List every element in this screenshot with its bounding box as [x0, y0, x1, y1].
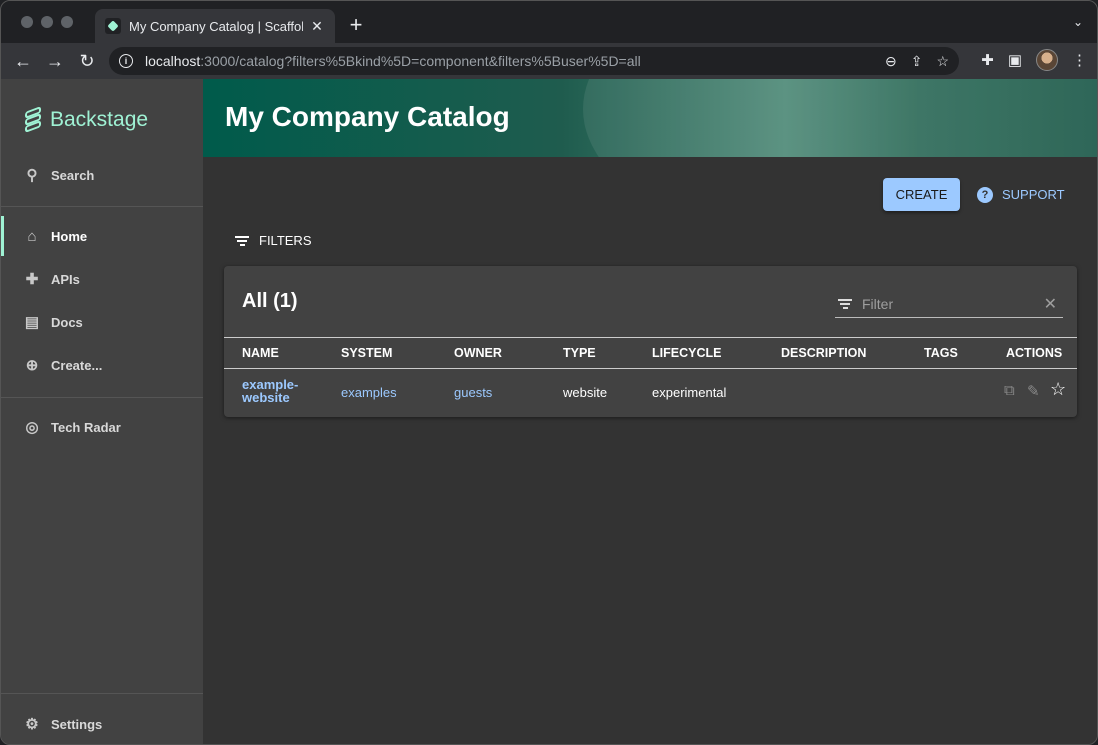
filter-input[interactable]	[862, 296, 1044, 312]
brand-name: Backstage	[50, 108, 149, 131]
sidebar-divider	[1, 397, 203, 398]
type-cell: website	[563, 385, 608, 400]
sidebar-divider	[1, 206, 203, 207]
sidebar-item-label: Create...	[51, 357, 103, 373]
open-external-icon[interactable]: ⧉	[1004, 382, 1015, 399]
extensions-puzzle-icon[interactable]: ✚	[981, 51, 994, 69]
column-header-system[interactable]: SYSTEM	[341, 338, 392, 368]
favorite-star-icon[interactable]: ☆	[1050, 379, 1066, 400]
filter-list-icon	[838, 297, 852, 311]
lifecycle-cell: experimental	[652, 385, 727, 400]
column-header-type[interactable]: TYPE	[563, 338, 596, 368]
close-tab-icon[interactable]: ✕	[309, 18, 325, 35]
support-label: SUPPORT	[1002, 187, 1065, 202]
column-header-tags[interactable]: TAGS	[924, 338, 958, 368]
sidebar: Backstage ⚲ Search ⌂ Home ✚ APIs ▤ Docs …	[1, 79, 203, 744]
profile-avatar[interactable]	[1036, 49, 1058, 71]
main-content: CREATE ? SUPPORT FILTERS All (1) ✕ NAME …	[203, 157, 1097, 744]
sidebar-item-tech-radar[interactable]: ◎ Tech Radar	[1, 407, 203, 447]
url-text[interactable]: localhost:3000/catalog?filters%5Bkind%5D…	[145, 53, 871, 69]
column-header-owner[interactable]: OWNER	[454, 338, 502, 368]
bookmark-star-icon[interactable]: ☆	[936, 53, 949, 70]
entity-name-link[interactable]: example- website	[242, 378, 298, 404]
browser-toolbar: ← → ↻ i localhost:3000/catalog?filters%5…	[1, 43, 1097, 79]
add-circle-icon: ⊕	[25, 357, 39, 374]
system-link[interactable]: examples	[341, 385, 397, 400]
column-header-actions: ACTIONS	[1006, 346, 1063, 360]
column-header-name[interactable]: NAME	[242, 338, 279, 368]
backstage-logo[interactable]: Backstage	[23, 106, 149, 133]
owner-link[interactable]: guests	[454, 385, 492, 400]
sidebar-item-create[interactable]: ⊕ Create...	[1, 345, 203, 385]
gear-icon: ⚙	[25, 716, 39, 733]
maximize-window-button[interactable]	[61, 16, 73, 28]
backstage-logo-icon	[23, 106, 43, 133]
back-arrow-icon[interactable]: ←	[7, 51, 39, 72]
sidebar-item-label: Settings	[51, 716, 103, 732]
sidebar-item-settings[interactable]: ⚙ Settings	[1, 704, 203, 744]
table-header: NAME SYSTEM OWNER TYPE LIFECYCLE DESCRIP…	[224, 337, 1077, 369]
sidebar-item-label: APIs	[51, 271, 80, 287]
tab-search-chevron-icon[interactable]: ⌄	[1073, 15, 1083, 29]
site-info-icon[interactable]: i	[119, 54, 133, 68]
page-header: My Company Catalog	[203, 79, 1097, 157]
sidebar-item-label: Search	[51, 167, 95, 183]
sidebar-divider	[1, 693, 203, 694]
browser-tab[interactable]: My Company Catalog | Scaffold ✕	[95, 9, 335, 43]
sidebar-item-search[interactable]: ⚲ Search	[1, 155, 203, 195]
puzzle-icon: ✚	[25, 271, 39, 288]
sidebar-item-apis[interactable]: ✚ APIs	[1, 259, 203, 299]
filters-label: FILTERS	[259, 233, 312, 248]
radar-icon: ◎	[25, 419, 39, 436]
tab-title: My Company Catalog | Scaffold	[129, 18, 303, 34]
page-title: My Company Catalog	[225, 101, 510, 132]
address-bar[interactable]: i localhost:3000/catalog?filters%5Bkind%…	[109, 47, 959, 75]
share-icon[interactable]: ⇪	[911, 53, 923, 70]
column-header-lifecycle[interactable]: LIFECYCLE	[652, 338, 721, 368]
sidebar-item-label: Tech Radar	[51, 419, 121, 435]
filters-button[interactable]: FILTERS	[235, 233, 312, 248]
backstage-favicon-icon	[105, 18, 121, 34]
sidebar-item-home[interactable]: ⌂ Home	[1, 216, 203, 256]
home-icon: ⌂	[27, 227, 37, 245]
catalog-table-card: All (1) ✕ NAME SYSTEM OWNER TYPE LIFECYC…	[224, 266, 1077, 417]
new-tab-button[interactable]: +	[344, 13, 368, 37]
minimize-window-button[interactable]	[41, 16, 53, 28]
sidebar-item-docs[interactable]: ▤ Docs	[1, 302, 203, 342]
close-window-button[interactable]	[21, 16, 33, 28]
search-icon: ⚲	[26, 167, 38, 184]
clear-filter-icon[interactable]: ✕	[1044, 294, 1057, 314]
table-row: example- website examples guests website…	[224, 369, 1077, 417]
zoom-icon[interactable]: ⊖	[885, 53, 897, 70]
table-title: All (1)	[242, 290, 298, 312]
side-panel-icon[interactable]: ▣	[1008, 51, 1022, 69]
more-menu-icon[interactable]: ⋮	[1072, 51, 1087, 69]
filter-list-icon	[235, 234, 249, 248]
library-icon: ▤	[24, 314, 40, 331]
help-icon: ?	[977, 186, 993, 203]
edit-pencil-icon[interactable]: ✎	[1027, 382, 1040, 400]
reload-icon[interactable]: ↻	[71, 51, 103, 72]
column-header-description[interactable]: DESCRIPTION	[781, 338, 866, 368]
tab-strip: My Company Catalog | Scaffold ✕ + ⌄	[1, 1, 1097, 43]
browser-window: My Company Catalog | Scaffold ✕ + ⌄ ← → …	[0, 0, 1098, 745]
create-button[interactable]: CREATE	[883, 178, 960, 211]
forward-arrow-icon[interactable]: →	[39, 51, 71, 72]
sidebar-item-label: Docs	[51, 314, 83, 330]
table-filter: ✕	[835, 291, 1063, 318]
support-button[interactable]: ? SUPPORT	[977, 178, 1065, 211]
sidebar-item-label: Home	[51, 228, 88, 244]
